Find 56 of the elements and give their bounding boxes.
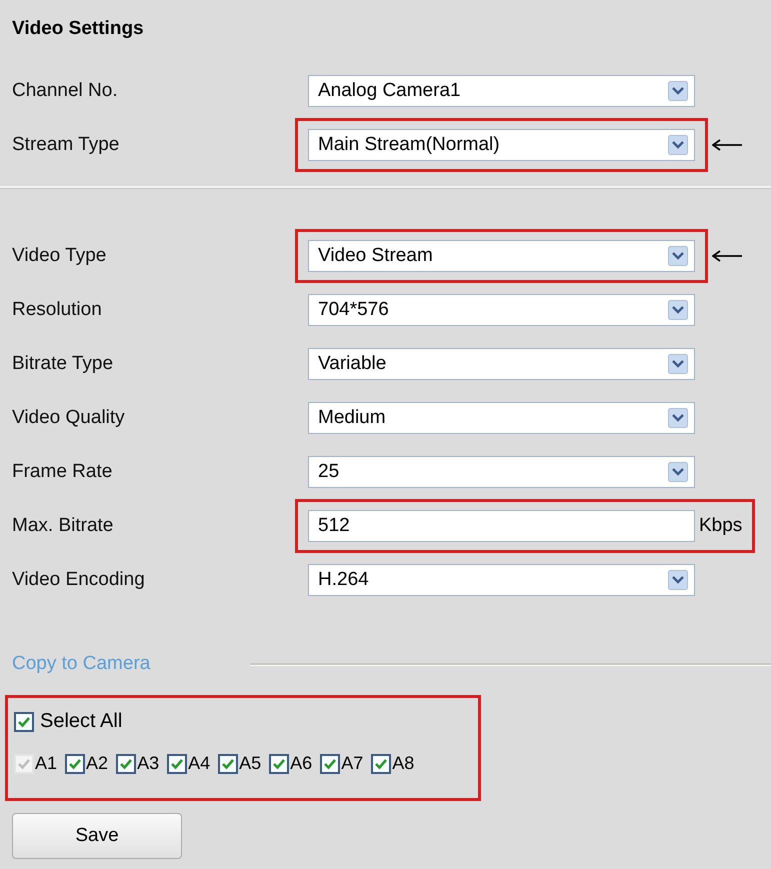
checkbox-label: A3	[137, 753, 160, 774]
checkbox[interactable]	[65, 754, 86, 774]
checkbox[interactable]	[371, 754, 392, 774]
checkbox-label: Select All	[40, 710, 122, 733]
checkmark-icon	[119, 758, 134, 770]
checkmark-icon	[221, 758, 236, 770]
checkbox-label: A7	[341, 753, 364, 774]
checkbox-label: A1	[35, 753, 58, 774]
dropdown[interactable]: 25	[308, 456, 695, 488]
checkbox[interactable]	[167, 754, 188, 774]
checkmark-icon	[17, 758, 31, 770]
caret-icon	[668, 570, 688, 590]
field-label: Stream Type	[12, 134, 120, 156]
field-label: Max. Bitrate	[12, 515, 114, 537]
caret-icon	[668, 354, 688, 374]
checkbox-label: A4	[188, 753, 210, 774]
checkmark-icon	[272, 758, 286, 770]
save-button[interactable]: Save	[12, 813, 182, 859]
checkbox[interactable]	[320, 754, 340, 774]
caret-icon	[668, 408, 688, 428]
dropdown[interactable]: Video Stream	[308, 240, 695, 272]
dropdown[interactable]: Main Stream(Normal)	[308, 129, 695, 161]
caret-icon	[668, 462, 688, 482]
section-heading: Copy to Camera	[12, 653, 152, 675]
section-title: Video Settings	[12, 17, 145, 41]
checkmark-icon	[374, 758, 388, 770]
field-label: Channel No.	[12, 80, 119, 102]
caret-icon	[668, 135, 688, 155]
field-label: Video Encoding	[12, 569, 146, 591]
dropdown[interactable]: 704*576	[308, 294, 695, 326]
checkbox[interactable]	[269, 754, 290, 774]
field-label: Resolution	[12, 299, 103, 321]
caret-icon	[668, 81, 688, 101]
field-label: Frame Rate	[12, 461, 114, 483]
dropdown[interactable]: H.264	[308, 564, 695, 596]
caret-icon	[668, 300, 688, 320]
checkbox-label: A5	[239, 753, 262, 774]
checkbox[interactable]	[218, 754, 238, 774]
unit-label: Kbps	[699, 515, 742, 537]
checkbox-label: A8	[392, 753, 414, 774]
checkmark-icon	[170, 758, 184, 770]
checkmark-icon	[17, 716, 31, 728]
field-label: Video Quality	[12, 407, 126, 429]
checkbox[interactable]	[14, 712, 34, 732]
checkbox-label: A2	[86, 753, 108, 774]
dropdown[interactable]: Medium	[308, 402, 695, 434]
checkbox-label: A6	[290, 753, 312, 774]
checkmark-icon	[68, 758, 82, 770]
field-label: Video Type	[12, 245, 108, 267]
caret-icon	[668, 246, 688, 266]
dropdown[interactable]: Variable	[308, 348, 695, 380]
checkbox[interactable]	[116, 754, 136, 774]
input-field[interactable]: 512	[308, 510, 695, 542]
dropdown[interactable]: Analog Camera1	[308, 75, 695, 107]
field-label: Bitrate Type	[12, 353, 114, 375]
checkmark-icon	[323, 758, 338, 770]
